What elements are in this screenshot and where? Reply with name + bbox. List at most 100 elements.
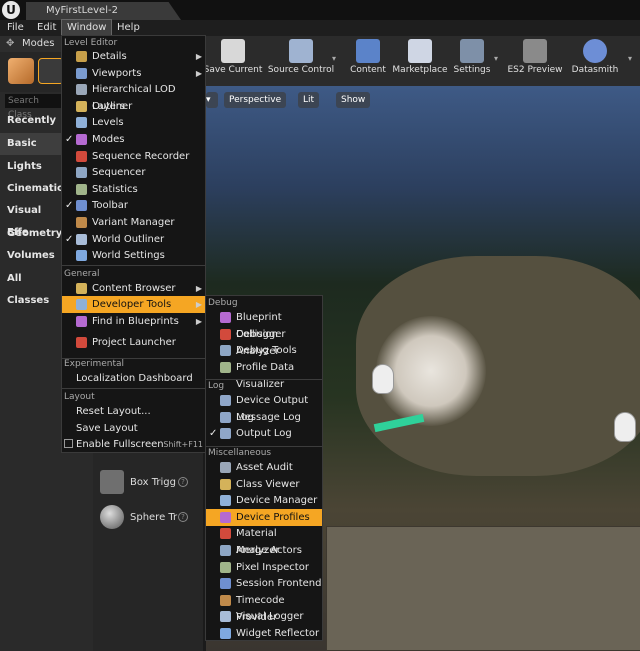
menu-item-sequencer[interactable]: Sequencer [62,164,205,181]
es2-preview-button[interactable]: ES2 Preview [506,38,564,84]
menu-item-developer-tools[interactable]: Developer Tools ▶ [62,296,205,313]
message-log-icon [220,411,231,423]
menu-item-statistics[interactable]: Statistics [62,181,205,198]
category-cinematic[interactable]: Cinematic [0,178,63,200]
content-button[interactable]: Content [346,38,390,84]
submenu-arrow-icon: ▶ [195,68,202,78]
lit-button[interactable]: Lit [298,92,320,108]
menu-item-label: Statistics [92,183,138,195]
menu-file[interactable]: File [2,20,29,36]
menu-item-message-log[interactable]: Message Log [206,409,322,426]
menu-item-project-launcher[interactable]: Project Launcher [62,334,205,351]
search-classes-input[interactable]: Search Class [5,94,63,120]
help-icon[interactable]: ? [178,477,188,487]
modes-tab[interactable]: ✥ Modes [0,36,65,52]
place-item-box-trigger[interactable]: Box Trigg ? [98,470,198,500]
sphere-trigger-icon [100,505,124,529]
show-button[interactable]: Show [336,92,371,108]
menu-item-sequence-recorder[interactable]: Sequence Recorder [62,148,205,165]
menu-item-world-settings[interactable]: World Settings [62,247,205,264]
menu-item-profile-data-visualizer[interactable]: Profile Data Visualizer [206,359,322,390]
save-current-label: Save Current [203,65,263,75]
marketplace-icon [408,39,432,63]
place-item-label: Box Trigg [130,477,176,488]
mode-selector [0,52,64,92]
category-lights[interactable]: Lights [0,156,62,178]
marketplace-button[interactable]: Marketplace [392,38,448,84]
menu-item-enable-fullscreen[interactable]: Enable Fullscreen Shift+F11 [62,436,205,453]
menu-item-details[interactable]: Details ▶ [62,48,205,65]
viewport-options-icon[interactable]: ▾ [206,92,218,108]
hierarchical-lod-outliner-icon [76,84,87,96]
chevron-down-icon[interactable]: ▾ [332,54,336,63]
menu-item-session-frontend[interactable]: Session Frontend [206,575,322,592]
menu-item-layers[interactable]: Layers [62,98,205,115]
settings-button[interactable]: Settings [452,38,492,84]
help-icon[interactable]: ? [178,512,188,522]
section-header-general: General [64,269,100,279]
find-in-blueprints-icon [76,316,87,327]
menu-item-material-analyzer[interactable]: Material Analyzer [206,525,322,556]
menu-item-timecode-provider[interactable]: Timecode Provider [206,592,322,623]
menu-item-collision-analyzer[interactable]: Collision Analyzer [206,326,322,357]
menu-item-localization-dashboard[interactable]: Localization Dashboard [62,370,205,387]
menu-item-reset-layout[interactable]: Reset Layout... [62,403,205,420]
merge-actors-icon [220,545,231,556]
menu-help[interactable]: Help [112,20,145,36]
place-item-sphere-trigger[interactable]: Sphere Tr ? [98,505,198,535]
menu-item-class-viewer[interactable]: Class Viewer [206,476,322,493]
menu-item-label: Details [92,51,127,62]
menu-item-content-browser[interactable]: Content Browser ▶ [62,280,205,297]
menu-item-widget-reflector[interactable]: Widget Reflector [206,625,322,642]
category-geometry[interactable]: Geometry [0,223,62,245]
menu-item-viewports[interactable]: Viewports ▶ [62,65,205,82]
menu-item-output-log[interactable]: ✓ Output Log [206,425,322,442]
menu-item-merge-actors[interactable]: Merge Actors [206,542,322,559]
submenu-arrow-icon: ▶ [195,317,202,326]
menu-item-world-outliner[interactable]: ✓ World Outliner [62,231,205,248]
category-basic[interactable]: Basic [0,133,62,155]
menu-item-hierarchical-lod-outliner[interactable]: Hierarchical LOD Outliner [62,81,205,112]
menu-item-pixel-inspector[interactable]: Pixel Inspector [206,559,322,576]
section-header-experimental: Experimental [64,359,125,369]
menu-item-label: Class Viewer [236,478,300,490]
menu-edit[interactable]: Edit [32,20,61,36]
chevron-down-icon[interactable]: ▾ [628,54,632,63]
menu-item-shortcut: Shift+F11 [163,440,203,449]
debug-tools-icon [220,345,231,357]
menu-item-save-layout[interactable]: Save Layout [62,420,205,437]
datasmith-button[interactable]: Datasmith [570,38,620,84]
menu-item-blueprint-debugger[interactable]: Blueprint Debugger [206,309,322,340]
pixel-inspector-icon [220,561,231,573]
category-volumes[interactable]: Volumes [0,245,62,267]
menu-item-label: Variant Manager [92,217,175,228]
menu-item-device-manager[interactable]: Device Manager [206,492,322,509]
menu-item-device-output-log[interactable]: Device Output Log [206,392,322,423]
category-all-classes[interactable]: All Classes [0,268,62,306]
menu-window[interactable]: Window [60,19,113,37]
category-recently-placed[interactable]: Recently Pla [0,110,62,148]
save-current-button[interactable]: Save Current [202,38,264,84]
sequence-recorder-icon [76,150,87,162]
fullscreen-checkbox[interactable] [64,439,73,448]
profile-data-visualizer-icon [220,361,231,373]
menu-item-toolbar[interactable]: ✓ Toolbar [62,197,205,214]
menu-item-device-profiles[interactable]: Device Profiles [206,508,322,526]
modes-icon [76,134,87,145]
menu-item-visual-logger[interactable]: Visual Logger [206,608,322,625]
level-tab[interactable]: MyFirstLevel-2 [26,2,181,20]
device-manager-icon [220,495,231,507]
category-visual-effects[interactable]: Visual Effe [0,200,62,238]
chevron-down-icon[interactable]: ▾ [494,54,498,63]
menu-item-asset-audit[interactable]: Asset Audit [206,459,322,476]
source-control-button[interactable]: Source Control [266,38,336,84]
menu-item-debug-tools[interactable]: Debug Tools [206,342,322,359]
menu-item-levels[interactable]: Levels [62,114,205,131]
menu-item-find-in-blueprints[interactable]: Find in Blueprints ▶ [62,313,205,330]
place-mode-icon[interactable] [8,58,34,84]
menu-item-variant-manager[interactable]: Variant Manager [62,214,205,231]
stone-wall [326,526,640,651]
sequencer-icon [76,167,87,179]
menu-item-modes[interactable]: ✓ Modes [62,131,205,148]
perspective-button[interactable]: Perspective [224,92,287,108]
